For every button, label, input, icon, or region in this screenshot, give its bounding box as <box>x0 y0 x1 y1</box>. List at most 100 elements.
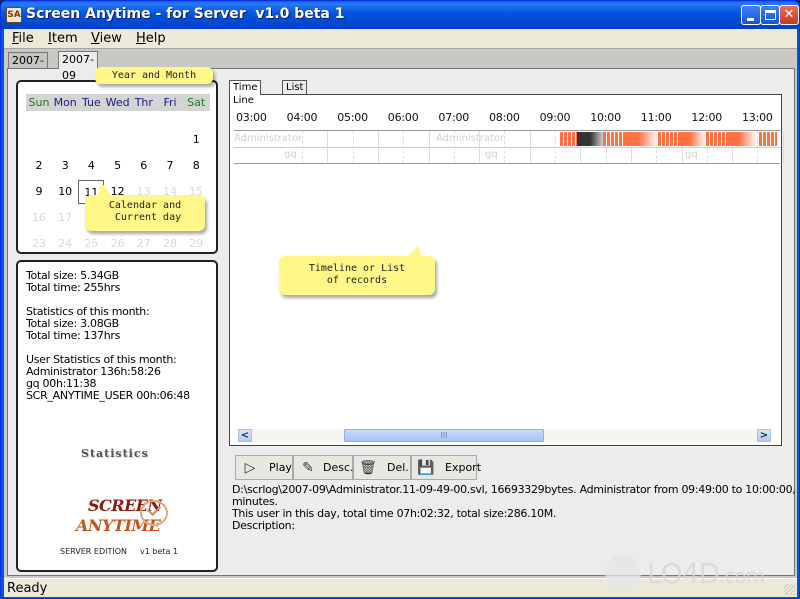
tab-2007-09[interactable]: 2007-09 <box>58 51 98 82</box>
calendar-day[interactable]: 28 <box>157 232 183 256</box>
close-icon: ✕ <box>783 7 795 22</box>
calendar-day[interactable]: 5 <box>105 154 131 178</box>
record-bar[interactable] <box>559 132 578 146</box>
maximize-icon <box>765 10 776 20</box>
hour-tick-label: 04:00 <box>286 111 318 124</box>
menu-bar: File Item View Help <box>4 29 797 48</box>
trash-icon: 🗑 <box>359 460 377 476</box>
scroll-right-button[interactable]: > <box>757 429 771 442</box>
watermark-brand: LO4D <box>647 557 720 590</box>
maximize-button[interactable] <box>760 5 780 25</box>
weekday-sat: Sat <box>187 96 206 109</box>
calendar-day[interactable]: 4 <box>78 154 104 178</box>
record-bar[interactable] <box>602 132 626 146</box>
menu-item[interactable]: Item <box>48 29 78 48</box>
timeline-row-user: gq <box>485 149 498 160</box>
record-bar[interactable] <box>726 132 757 146</box>
tab-time-line[interactable]: Time Line <box>229 80 262 106</box>
callout-tail <box>96 183 112 197</box>
calendar-day[interactable]: 27 <box>131 232 157 256</box>
menu-view[interactable]: View <box>91 29 122 48</box>
lo4d-logo-icon <box>605 554 641 592</box>
hour-tick-label: 07:00 <box>438 111 470 124</box>
calendar-day[interactable]: 24 <box>52 232 78 256</box>
calendar-weekday-header: Sun Mon Tue Wed Thr Fri Sat <box>26 94 210 111</box>
record-bar[interactable] <box>625 132 659 146</box>
minimize-icon <box>747 18 754 21</box>
description-button[interactable]: ✎ Desc. <box>293 455 354 480</box>
scroll-left-button[interactable]: < <box>238 429 252 442</box>
body-area: 2007-08 2007-09 SunMonTueWedThrFriSat 12… <box>4 48 800 578</box>
weekday-thr: Thr <box>134 96 153 109</box>
lo4d-watermark: LO4D.com <box>597 549 797 599</box>
horizontal-scrollbar[interactable]: < III > <box>238 429 771 442</box>
export-label: Export <box>445 461 482 474</box>
minimize-button[interactable] <box>741 5 761 25</box>
calendar-day[interactable]: 23 <box>26 232 52 256</box>
record-bar[interactable] <box>658 132 679 146</box>
weekday-tue: Tue <box>81 96 101 109</box>
menu-item-label: tem <box>51 31 78 46</box>
tab-list[interactable]: List <box>282 80 308 94</box>
timeline-grid-line <box>555 131 556 163</box>
menu-help-label: elp <box>145 31 166 46</box>
hour-tick-label: 12:00 <box>691 111 723 124</box>
edition-label: SERVER EDITION <box>60 547 127 556</box>
calendar-day[interactable]: 8 <box>183 154 209 178</box>
calendar-day[interactable]: 6 <box>131 154 157 178</box>
calendar-day[interactable]: 9 <box>26 180 52 204</box>
calendar-day[interactable]: 25 <box>78 232 104 256</box>
delete-label: Del. <box>387 461 409 474</box>
timeline-grid-line <box>377 131 379 163</box>
calendar-day[interactable]: 17 <box>52 206 78 230</box>
hour-tick-label: 09:00 <box>539 111 571 124</box>
delete-button[interactable]: 🗑 Del. <box>353 455 411 480</box>
timeline-grid-line <box>234 163 780 164</box>
hour-tick-label: 05:00 <box>337 111 368 124</box>
menu-help-accel: H <box>136 31 146 46</box>
weekday-fri: Fri <box>163 96 177 109</box>
calendar-day[interactable]: 1 <box>183 128 209 152</box>
timeline-grid-line <box>782 131 784 163</box>
close-button[interactable]: ✕ <box>779 5 799 25</box>
window-title: Screen Anytime - for Server v1.0 beta 1 <box>26 6 345 22</box>
app-icon[interactable]: SA <box>6 7 22 23</box>
calendar-day[interactable]: 7 <box>157 154 183 178</box>
callout-tail <box>406 246 422 258</box>
title-bar[interactable]: SA Screen Anytime - for Server v1.0 beta… <box>1 1 799 29</box>
hour-tick-label: 11:00 <box>640 111 672 124</box>
scroll-thumb[interactable]: III <box>344 429 544 442</box>
record-bar[interactable] <box>678 132 707 146</box>
record-bar[interactable] <box>759 132 778 146</box>
weekday-mon: Mon <box>53 96 77 109</box>
timeline-grid-line <box>234 130 780 131</box>
calendar-day[interactable]: 16 <box>26 206 52 230</box>
tab-2007-08[interactable]: 2007-08 <box>8 52 48 83</box>
calendar-day[interactable]: 2 <box>26 154 52 178</box>
calendar-day[interactable]: 29 <box>183 232 209 256</box>
play-button[interactable]: ▷ Play <box>235 455 293 480</box>
app-window: SA Screen Anytime - for Server v1.0 beta… <box>0 0 800 599</box>
timeline-grid-line <box>327 131 329 163</box>
callout-calendar: Calendar and Current day <box>85 195 205 231</box>
timeline-row-user: gq <box>685 149 698 160</box>
records-panel: Time Line List 03:00 04:00 05:00 06:00 07:00… <box>227 80 800 572</box>
calendar-day[interactable]: 3 <box>52 154 78 178</box>
hour-tick-label: 10:00 <box>590 111 621 124</box>
statistics-panel: Total size: 5.34GB Total time: 255hrs St… <box>16 260 218 572</box>
version-label: v1 beta 1 <box>140 547 179 556</box>
calendar-day[interactable]: 10 <box>52 180 78 204</box>
menu-file[interactable]: File <box>12 29 34 48</box>
hour-tick-label: 08:00 <box>489 111 520 124</box>
menu-help[interactable]: Help <box>136 29 166 48</box>
pencil-icon: ✎ <box>302 460 314 476</box>
selected-record-bar[interactable] <box>577 132 603 146</box>
month-tab-page: Sun Mon Tue Wed Thr Fri Sat 1 2 3 4 5 6 7 8 9 10 11 12 13 1… <box>7 68 800 576</box>
calendar-day[interactable]: 26 <box>105 232 131 256</box>
watermark-suffix: .com <box>719 564 765 588</box>
record-bar[interactable] <box>706 132 727 146</box>
hour-tick-label: 13:00 <box>742 111 773 124</box>
export-button[interactable]: 💾 Export <box>411 455 481 480</box>
statistics-text: Total size: 5.34GB Total time: 255hrs St… <box>26 269 190 402</box>
timeline-grid-line <box>757 131 759 163</box>
